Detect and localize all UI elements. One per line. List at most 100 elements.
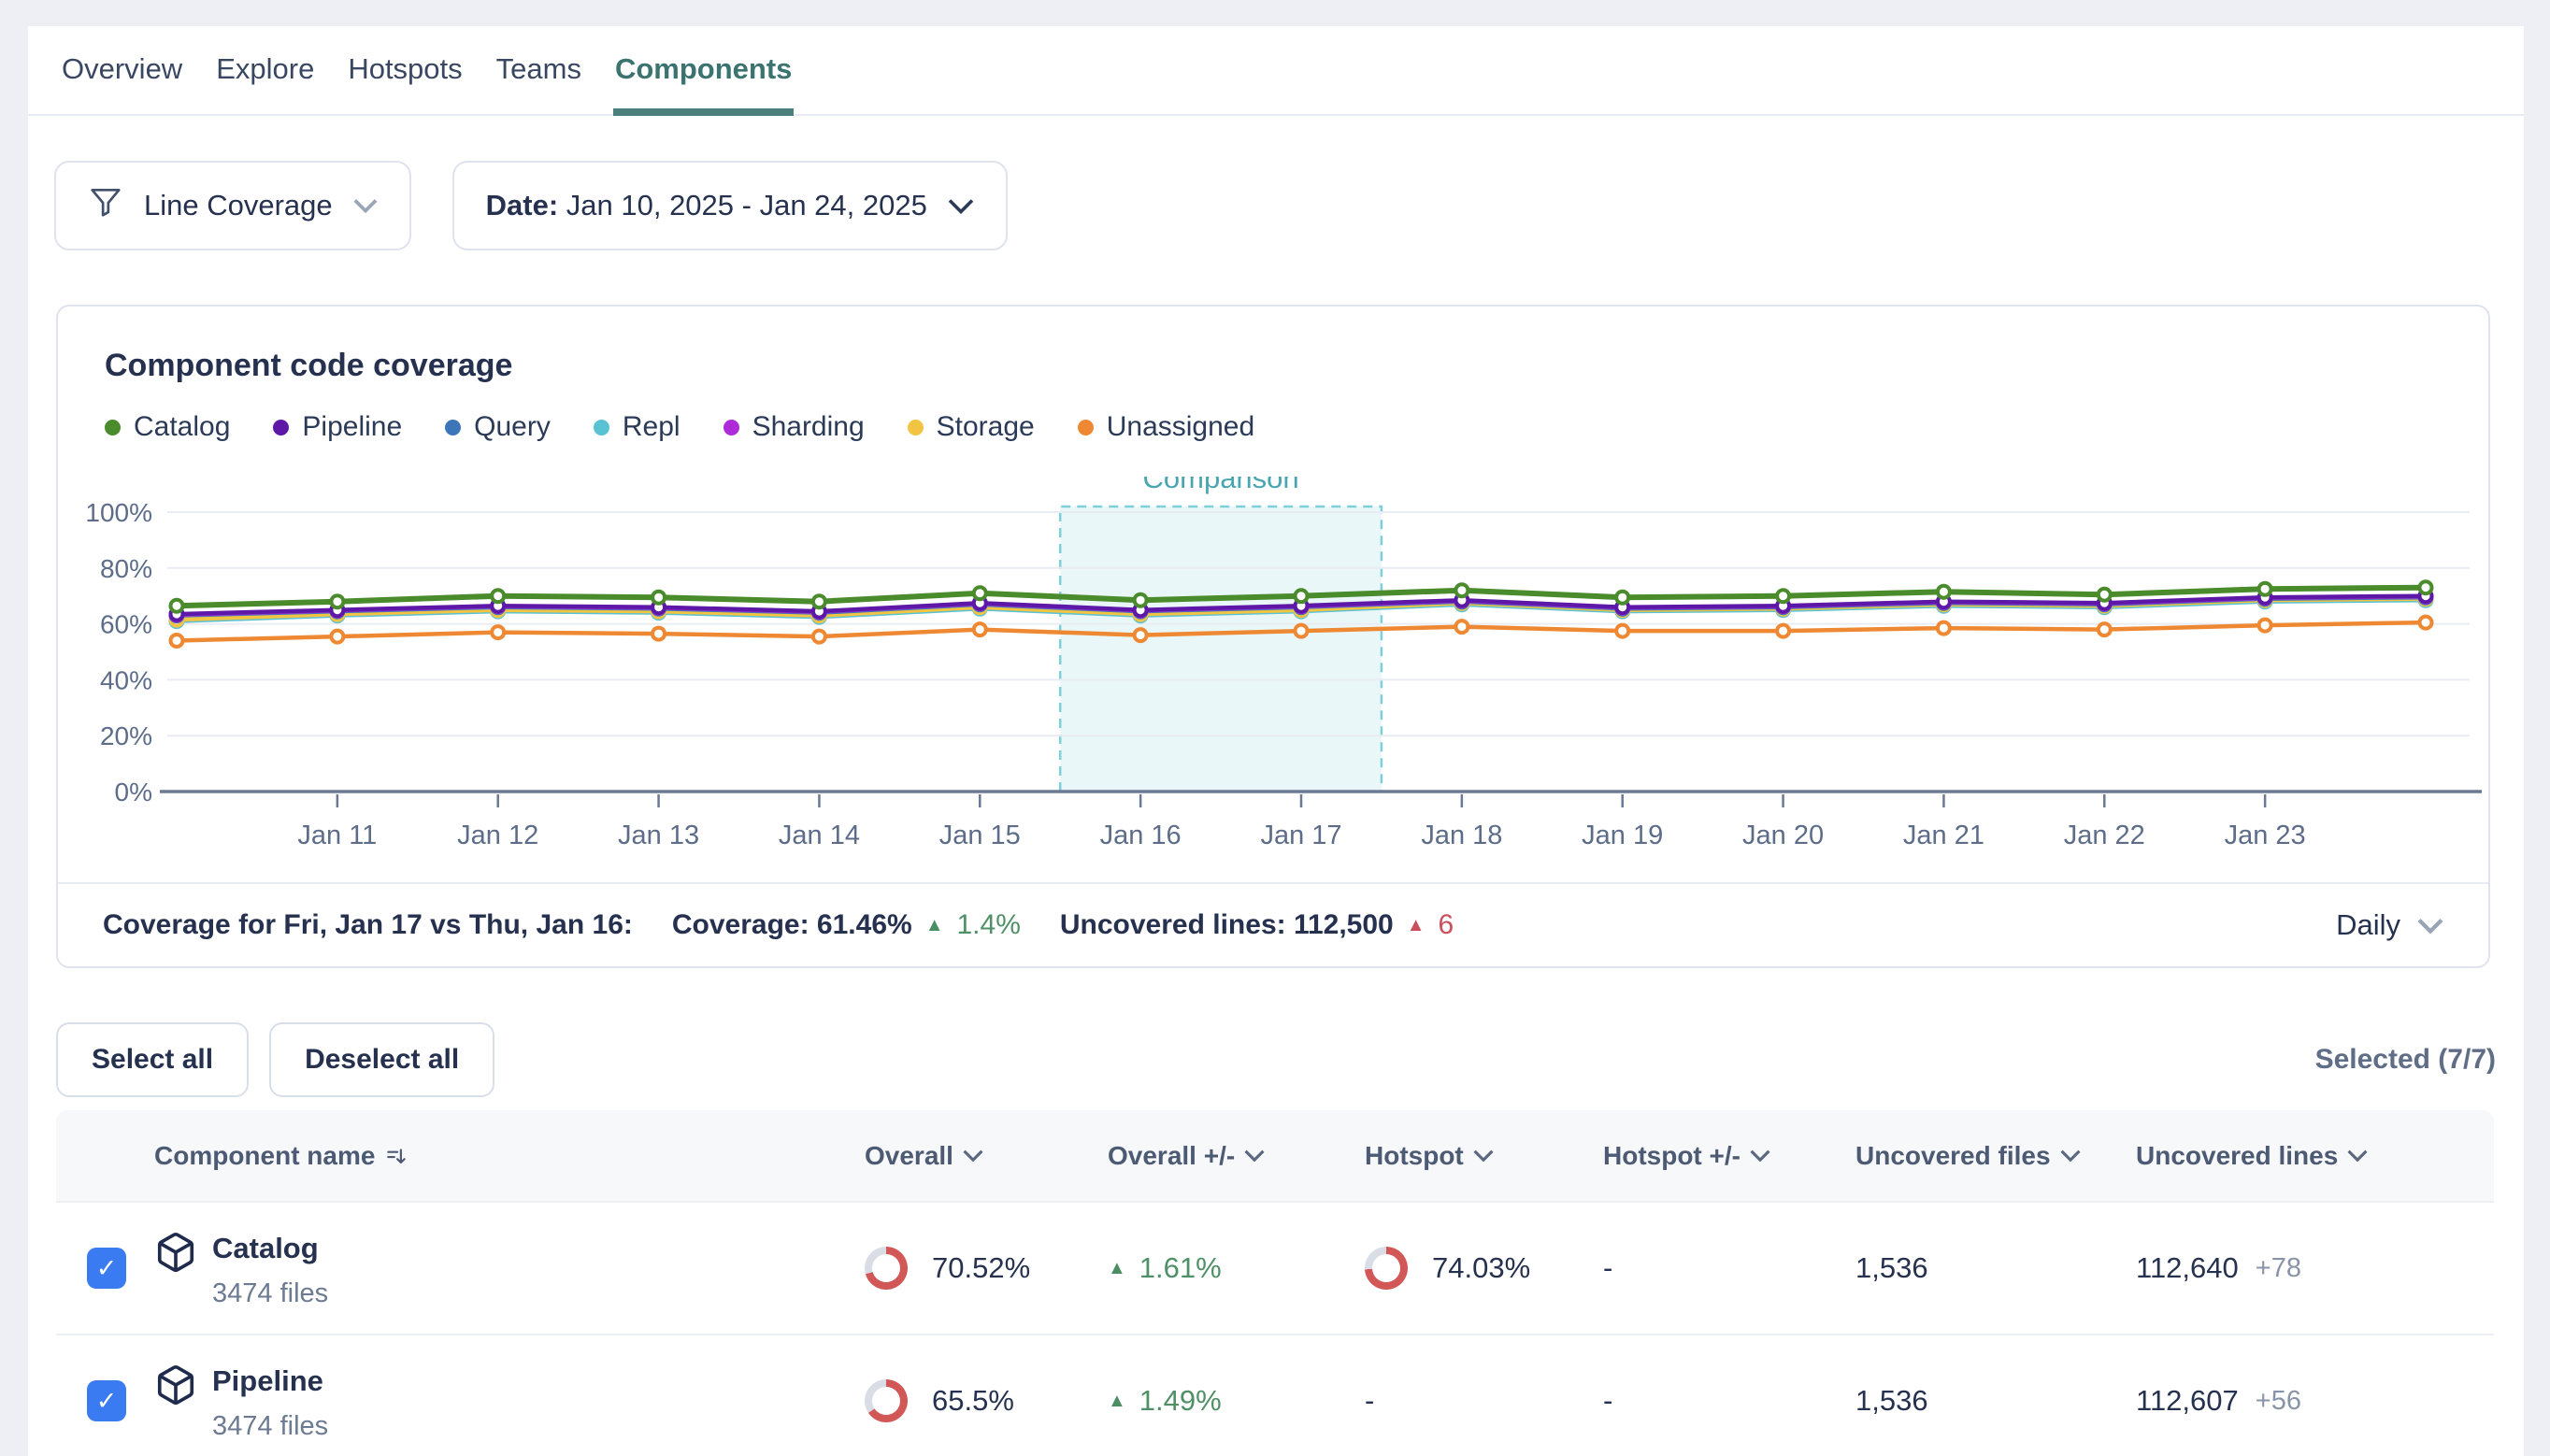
uncovered-lines-value: 112,607 [2136,1384,2239,1418]
granularity-dropdown[interactable]: Daily [2336,908,2443,942]
coverage-chart-card: Component code coverage Catalog Pipeline Q… [56,305,2490,968]
svg-text:Jan 12: Jan 12 [457,821,538,850]
svg-text:Comparison: Comparison [1143,477,1299,494]
svg-text:60%: 60% [100,610,152,639]
component-cube-icon [154,1363,197,1406]
triangle-up-icon: ▲ [1108,1392,1126,1410]
coverage-type-filter[interactable]: Line Coverage [54,161,411,250]
triangle-up-icon: ▲ [1407,916,1425,935]
legend-dot [723,420,739,435]
chevron-down-icon [2347,1149,2368,1162]
chevron-down-icon [2060,1149,2081,1162]
component-file-count: 3474 files [212,1278,328,1309]
svg-text:Jan 21: Jan 21 [1903,821,1984,850]
summary-prefix: Coverage for Fri, Jan 17 vs Thu, Jan 16: [103,909,633,941]
tab-hotspots[interactable]: Hotspots [346,52,464,114]
uncovered-lines-delta: +56 [2256,1386,2301,1417]
component-cube-icon [154,1231,197,1274]
summary-uncovered: Uncovered lines: 112,500 ▲ 6 [1060,909,1454,941]
uncovered-delta: 6 [1439,909,1454,941]
tab-overview[interactable]: Overview [60,52,184,114]
component-name-block: Pipeline 3474 files [212,1363,328,1442]
chevron-down-icon [948,198,974,214]
components-table: Component name Overall Overall +/- Hotsp… [56,1110,2494,1456]
uncovered-lines-delta: +78 [2256,1253,2301,1284]
overall-coverage-donut [865,1247,908,1290]
legend-label: Pipeline [302,411,402,443]
tab-components[interactable]: Components [613,52,794,114]
table-row[interactable]: Pipeline 3474 files 65.5% ▲1.49% - - 1,5… [56,1334,2494,1456]
svg-text:Jan 16: Jan 16 [1100,821,1182,850]
legend-item[interactable]: Storage [908,411,1035,443]
tab-explore[interactable]: Explore [214,52,316,114]
svg-text:Jan 22: Jan 22 [2064,821,2145,850]
hotspot-coverage-donut [1365,1247,1408,1290]
svg-text:0%: 0% [115,778,152,807]
row-checkbox[interactable] [87,1248,126,1289]
select-all-button[interactable]: Select all [56,1022,249,1097]
chevron-down-icon [1750,1149,1770,1162]
svg-text:40%: 40% [100,665,152,694]
coverage-text: Coverage: 61.46% [672,909,912,941]
legend-item[interactable]: Catalog [105,411,230,443]
overall-value: 70.52% [932,1251,1030,1285]
date-range-filter[interactable]: Date: Jan 10, 2025 - Jan 24, 2025 [452,161,1008,250]
svg-text:Jan 23: Jan 23 [2225,821,2306,850]
selection-row: Select all Deselect all Selected (7/7) [56,1022,2496,1097]
deselect-all-button[interactable]: Deselect all [269,1022,494,1097]
chevron-down-icon [2417,918,2443,934]
uncovered-text: Uncovered lines: 112,500 [1060,909,1394,941]
chart-legend: Catalog Pipeline Query Repl Sharding Storage U… [105,411,1254,443]
overall-delta-value: 1.49% [1139,1384,1222,1418]
date-filter-text: Date: Jan 10, 2025 - Jan 24, 2025 [486,189,927,222]
header-overall[interactable]: Overall [837,1141,1080,1171]
coverage-chart[interactable]: Comparison0%20%40%60%80%100%Jan 11Jan 12… [58,477,2492,862]
svg-text:Jan 17: Jan 17 [1260,821,1341,850]
chevron-down-icon [353,198,378,213]
legend-item[interactable]: Pipeline [273,411,402,443]
legend-label: Query [474,411,551,443]
svg-text:Jan 15: Jan 15 [939,821,1021,850]
header-overall-delta[interactable]: Overall +/- [1080,1141,1337,1171]
chevron-down-icon [1473,1149,1494,1162]
chart-title: Component code coverage [105,348,512,384]
component-name: Pipeline [212,1363,328,1398]
header-uncovered-lines[interactable]: Uncovered lines [2108,1141,2494,1171]
coverage-delta: 1.4% [956,909,1020,941]
svg-text:Jan 14: Jan 14 [779,821,860,850]
granularity-value: Daily [2336,908,2400,942]
legend-item[interactable]: Sharding [723,411,865,443]
header-component-name[interactable]: Component name [126,1141,837,1171]
selected-count: Selected (7/7) [2315,1044,2496,1076]
legend-item[interactable]: Repl [594,411,680,443]
component-name: Catalog [212,1231,328,1265]
date-range-value: Jan 10, 2025 - Jan 24, 2025 [558,189,927,221]
legend-dot [908,420,924,435]
table-row[interactable]: Catalog 3474 files 70.52% ▲1.61% 74.03% … [56,1201,2494,1334]
table-header: Component name Overall Overall +/- Hotsp… [56,1110,2494,1201]
filter-row: Line Coverage Date: Jan 10, 2025 - Jan 2… [54,161,2524,250]
header-hotspot[interactable]: Hotspot [1337,1141,1575,1171]
legend-label: Catalog [134,411,230,443]
uncovered-files-value: 1,536 [1855,1384,1928,1418]
legend-item[interactable]: Unassigned [1078,411,1254,443]
comparison-summary: Coverage for Fri, Jan 17 vs Thu, Jan 16:… [58,882,2488,966]
overall-value: 65.5% [932,1384,1014,1418]
legend-label: Storage [937,411,1035,443]
chevron-down-icon [1244,1149,1265,1162]
tab-teams[interactable]: Teams [494,52,583,114]
tab-bar: Overview Explore Hotspots Teams Componen… [28,26,2524,116]
svg-text:20%: 20% [100,721,152,750]
legend-dot [1078,420,1094,435]
svg-text:100%: 100% [85,498,152,527]
row-checkbox[interactable] [87,1380,126,1421]
uncovered-lines-value: 112,640 [2136,1251,2239,1285]
legend-label: Repl [623,411,680,443]
legend-item[interactable]: Query [445,411,551,443]
legend-dot [594,420,609,435]
header-uncovered-files[interactable]: Uncovered files [1827,1141,2108,1171]
hotspot-delta-value: - [1603,1384,1612,1418]
header-hotspot-delta[interactable]: Hotspot +/- [1575,1141,1827,1171]
legend-dot [273,420,289,435]
component-name-block: Catalog 3474 files [212,1231,328,1309]
